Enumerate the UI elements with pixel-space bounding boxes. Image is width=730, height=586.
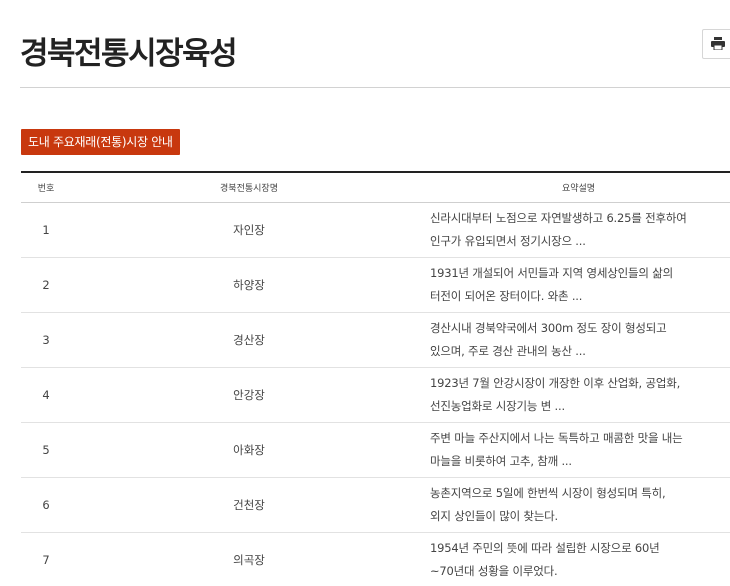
summary-line: 터전이 되어온 장터이다. 와촌 ... [430, 288, 583, 303]
market-name-link[interactable]: 의곡장 [71, 532, 427, 586]
market-table: 번호 경북전통시장명 요약설명 1 자인장 신라시대부터 노점으로 자연발생하고 6… [21, 171, 730, 586]
summary-line: 주변 마늘 주산지에서 나는 독특하고 매콤한 맛을 내는 [430, 430, 683, 445]
page-title: 경북전통시장육성 [20, 36, 238, 72]
summary-line: ~70년대 성황을 이루었다. [430, 563, 558, 578]
summary-line: 1923년 7월 안강시장이 개장한 이후 산업화, 공업화, [430, 375, 681, 390]
row-number: 6 [42, 497, 50, 512]
summary-line: 1931년 개설되어 서민들과 지역 영세상인들의 삶의 [430, 265, 673, 280]
table-row[interactable]: 5 아화장 주변 마늘 주산지에서 나는 독특하고 매콤한 맛을 내는마늘을 비롯하… [21, 422, 730, 477]
print-button[interactable] [702, 29, 730, 59]
market-name-link[interactable]: 안강장 [71, 367, 427, 422]
table-row[interactable]: 4 안강장 1923년 7월 안강시장이 개장한 이후 산업화, 공업화, 선진농업화… [21, 367, 730, 422]
row-number: 4 [42, 387, 50, 402]
summary-line: 1954년 주민의 뜻에 따라 설립한 시장으로 60년 [430, 540, 660, 555]
summary-line: 선진농업화로 시장기능 변 ... [430, 398, 565, 413]
title-divider [20, 87, 730, 88]
header-market-name: 경북전통시장명 [220, 183, 278, 194]
header-summary: 요약설명 [561, 183, 596, 194]
row-number: 5 [42, 442, 50, 457]
row-number: 1 [42, 222, 50, 237]
printer-icon [711, 35, 725, 54]
market-name-link[interactable]: 자인장 [71, 202, 427, 257]
table-row[interactable]: 3 경산장 경산시내 경북약국에서 300m 정도 장이 형성되고있으며, 주로 경… [21, 312, 730, 367]
table-row[interactable]: 6 건천장 농촌지역으로 5일에 한번씩 시장이 형성되며 특히, 외지 상인들이 많… [21, 477, 730, 532]
market-summary[interactable]: 경산시내 경북약국에서 300m 정도 장이 형성되고있으며, 주로 경산 관내… [427, 312, 730, 367]
market-summary[interactable]: 1923년 7월 안강시장이 개장한 이후 산업화, 공업화, 선진농업화로 시장… [427, 367, 730, 422]
table-row[interactable]: 7 의곡장 1954년 주민의 뜻에 따라 설립한 시장으로 60년 ~70년대 성황… [21, 532, 730, 586]
summary-line: 신라시대부터 노점으로 자연발생하고 6.25를 전후하여 [430, 210, 687, 225]
market-summary[interactable]: 주변 마늘 주산지에서 나는 독특하고 매콤한 맛을 내는마늘을 비롯하여 고추… [427, 422, 730, 477]
market-summary[interactable]: 1954년 주민의 뜻에 따라 설립한 시장으로 60년 ~70년대 성황을 이루… [427, 532, 730, 586]
row-number: 3 [42, 332, 50, 347]
header-number: 번호 [37, 183, 55, 194]
market-name-link[interactable]: 아화장 [71, 422, 427, 477]
market-guide-button[interactable]: 도내 주요재래(전통)시장 안내 [21, 129, 180, 155]
market-summary[interactable]: 신라시대부터 노점으로 자연발생하고 6.25를 전후하여인구가 유입되면서 정… [427, 202, 730, 257]
summary-line: 경산시내 경북약국에서 300m 정도 장이 형성되고 [430, 320, 667, 335]
market-summary[interactable]: 농촌지역으로 5일에 한번씩 시장이 형성되며 특히, 외지 상인들이 많이 찾는… [427, 477, 730, 532]
row-number: 2 [42, 277, 50, 292]
summary-line: 외지 상인들이 많이 찾는다. [430, 508, 559, 523]
market-name-link[interactable]: 경산장 [71, 312, 427, 367]
summary-line: 마늘을 비롯하여 고추, 참깨 ... [430, 453, 572, 468]
table-header-row: 번호 경북전통시장명 요약설명 [21, 172, 730, 202]
summary-line: 인구가 유입되면서 정기시장으 ... [430, 233, 586, 248]
row-number: 7 [42, 552, 50, 567]
market-name-link[interactable]: 하양장 [71, 257, 427, 312]
summary-line: 있으며, 주로 경산 관내의 농산 ... [430, 343, 586, 358]
market-summary[interactable]: 1931년 개설되어 서민들과 지역 영세상인들의 삶의터전이 되어온 장터이다… [427, 257, 730, 312]
summary-line: 농촌지역으로 5일에 한번씩 시장이 형성되며 특히, [430, 485, 666, 500]
table-row[interactable]: 1 자인장 신라시대부터 노점으로 자연발생하고 6.25를 전후하여인구가 유입되… [21, 202, 730, 257]
table-row[interactable]: 2 하양장 1931년 개설되어 서민들과 지역 영세상인들의 삶의터전이 되어온 … [21, 257, 730, 312]
market-name-link[interactable]: 건천장 [71, 477, 427, 532]
